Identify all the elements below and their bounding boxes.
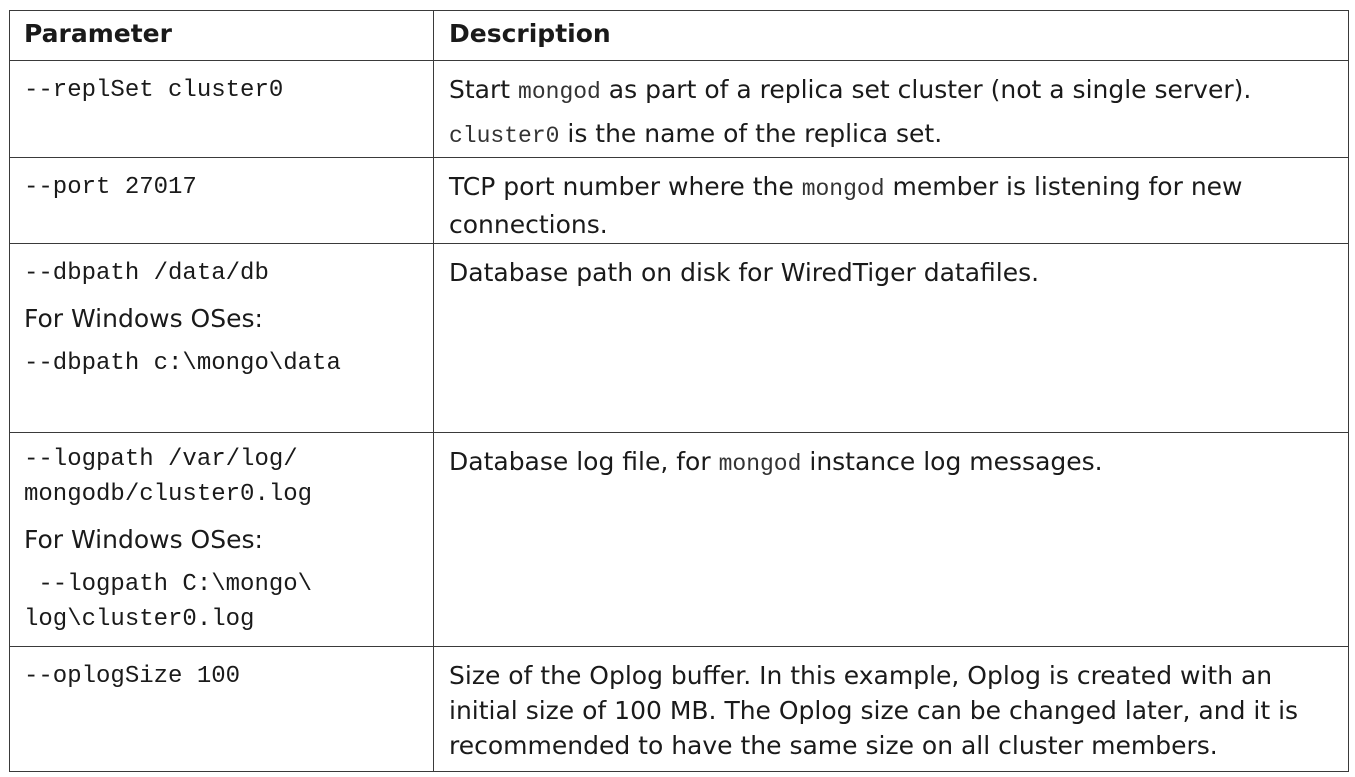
param-code: --logpath C:\mongo\	[24, 571, 313, 598]
description-text: cluster0 is the name of the replica set.	[449, 119, 943, 149]
description-text: Size of the Oplog buffer. In this exampl…	[449, 661, 1299, 760]
param-cell: --replSet cluster0	[9, 60, 434, 158]
table-row-dbpath: --dbpath /data/db For Windows OSes: --db…	[9, 243, 1349, 433]
table-row-logpath: --logpath /var/log/ mongodb/cluster0.log…	[9, 432, 1349, 647]
param-code: --dbpath c:\mongo\data	[24, 350, 341, 377]
param-code: --dbpath /data/db	[24, 260, 269, 287]
inline-code: mongod	[718, 451, 802, 477]
param-code: --oplogSize 100	[24, 663, 241, 690]
table-row-port: --port 27017 TCP port number where the m…	[9, 157, 1349, 244]
param-code: mongodb/cluster0.log	[24, 481, 313, 508]
param-note: For Windows OSes:	[24, 525, 263, 554]
table-row-replset: --replSet cluster0 Start mongod as part …	[9, 60, 1349, 158]
description-cell: Size of the Oplog buffer. In this exampl…	[433, 646, 1349, 772]
param-code: --logpath /var/log/	[24, 446, 298, 473]
table-header-row: Parameter Description	[9, 10, 1349, 61]
header-description: Description	[433, 10, 1349, 61]
param-code: log\cluster0.log	[24, 606, 255, 633]
table-row-oplogsize: --oplogSize 100 Size of the Oplog buffer…	[9, 646, 1349, 772]
inline-code: cluster0	[449, 123, 560, 149]
param-cell: --oplogSize 100	[9, 646, 434, 772]
description-text: TCP port number where the mongod member …	[449, 172, 1243, 239]
param-cell: --port 27017	[9, 157, 434, 244]
description-text: Start mongod as part of a replica set cl…	[449, 75, 1252, 105]
description-cell: TCP port number where the mongod member …	[433, 157, 1349, 244]
param-cell: --logpath /var/log/ mongodb/cluster0.log…	[9, 432, 434, 647]
description-cell: Database log file, for mongod instance l…	[433, 432, 1349, 647]
parameter-table: Parameter Description --replSet cluster0…	[9, 10, 1349, 772]
param-cell: --dbpath /data/db For Windows OSes: --db…	[9, 243, 434, 433]
description-text: Database log file, for mongod instance l…	[449, 447, 1103, 477]
description-cell: Database path on disk for WiredTiger dat…	[433, 243, 1349, 433]
param-code: --replSet cluster0	[24, 77, 284, 104]
description-text: Database path on disk for WiredTiger dat…	[449, 258, 1040, 287]
param-note: For Windows OSes:	[24, 304, 263, 333]
header-parameter: Parameter	[9, 10, 434, 61]
inline-code: mongod	[801, 176, 885, 202]
description-cell: Start mongod as part of a replica set cl…	[433, 60, 1349, 158]
param-code: --port 27017	[24, 174, 197, 201]
inline-code: mongod	[518, 79, 601, 105]
